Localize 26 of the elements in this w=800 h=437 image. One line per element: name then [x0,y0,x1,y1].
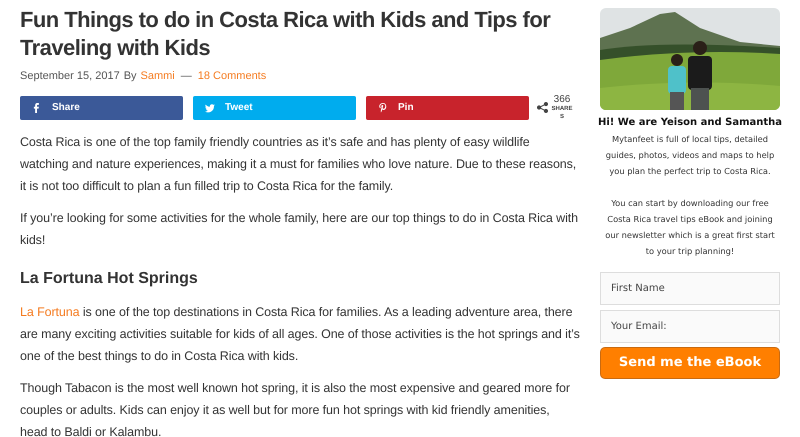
paragraph: If you’re looking for some activities for the whole family, here are our top things to do in Costa Rica with kids! [20,210,579,248]
article-title: Fun Things to do in Costa Rica with Kids and Tips for Traveling with Kids [20,6,552,62]
input-field[interactable]: First Name [600,272,780,305]
submit-button[interactable]: Send me the eBook [600,347,780,379]
pin-icon [378,102,388,112]
paragraph: Costa Rica is one of the top family friendly countries as it’s safe and has plenty of easy wildlife watching and nature experiences, making it a must for families who love nature. Due to these reasons, it is not too difficult to plan a fun filled trip to Costa Rica for the family. [20,134,578,195]
sidebar-text: Mytanfeet is full of local tips, detailed guides, photos, videos and maps to help you plan the perfect trip to Costa Rica. [604,133,776,178]
sidebar-text: You can start by downloading our free Costa Rica travel tips eBook and joining our newsletter which is a great first start to your trip planning! [604,197,776,258]
twitter-share-button[interactable]: Tweet [193,96,356,120]
paragraph: Though Tabacon is the most well known hot spring, it is also the most expensive and geared more for couples or adults. Kids can enjoy it as well but for more fun hot springs with kid friendly amenities, head to Baldi or Kalambu. [20,380,571,437]
facebook-icon [32,102,42,112]
share-count: 366 [554,94,570,104]
section-heading: La Fortuna Hot Springs [20,268,199,288]
facebook-share-button[interactable]: Share [20,96,183,120]
byline-label: By [124,69,137,84]
comments-link[interactable]: 18 Comments [198,68,266,84]
author-link[interactable]: Sammi [140,68,175,84]
pinterest-share-button[interactable]: Pin [366,96,529,120]
input-field[interactable]: Your Email: [600,310,780,343]
share-icon [537,102,548,113]
paragraph: La Fortuna is one of the top destinations in Costa Rica for families. As a leading adventure area, there are many exciting activities suitable for kids of all ages. One of those activities is the hot springs and it’s one of the best things to do in Costa Rica with kids. [20,304,580,365]
post-date: September 15, 2017 [20,69,120,84]
link[interactable]: La Fortuna [20,304,80,318]
sidebar-heading: Hi! We are Yeison and Samantha [598,116,782,130]
bird-icon [205,102,215,112]
separator: — [180,69,192,84]
